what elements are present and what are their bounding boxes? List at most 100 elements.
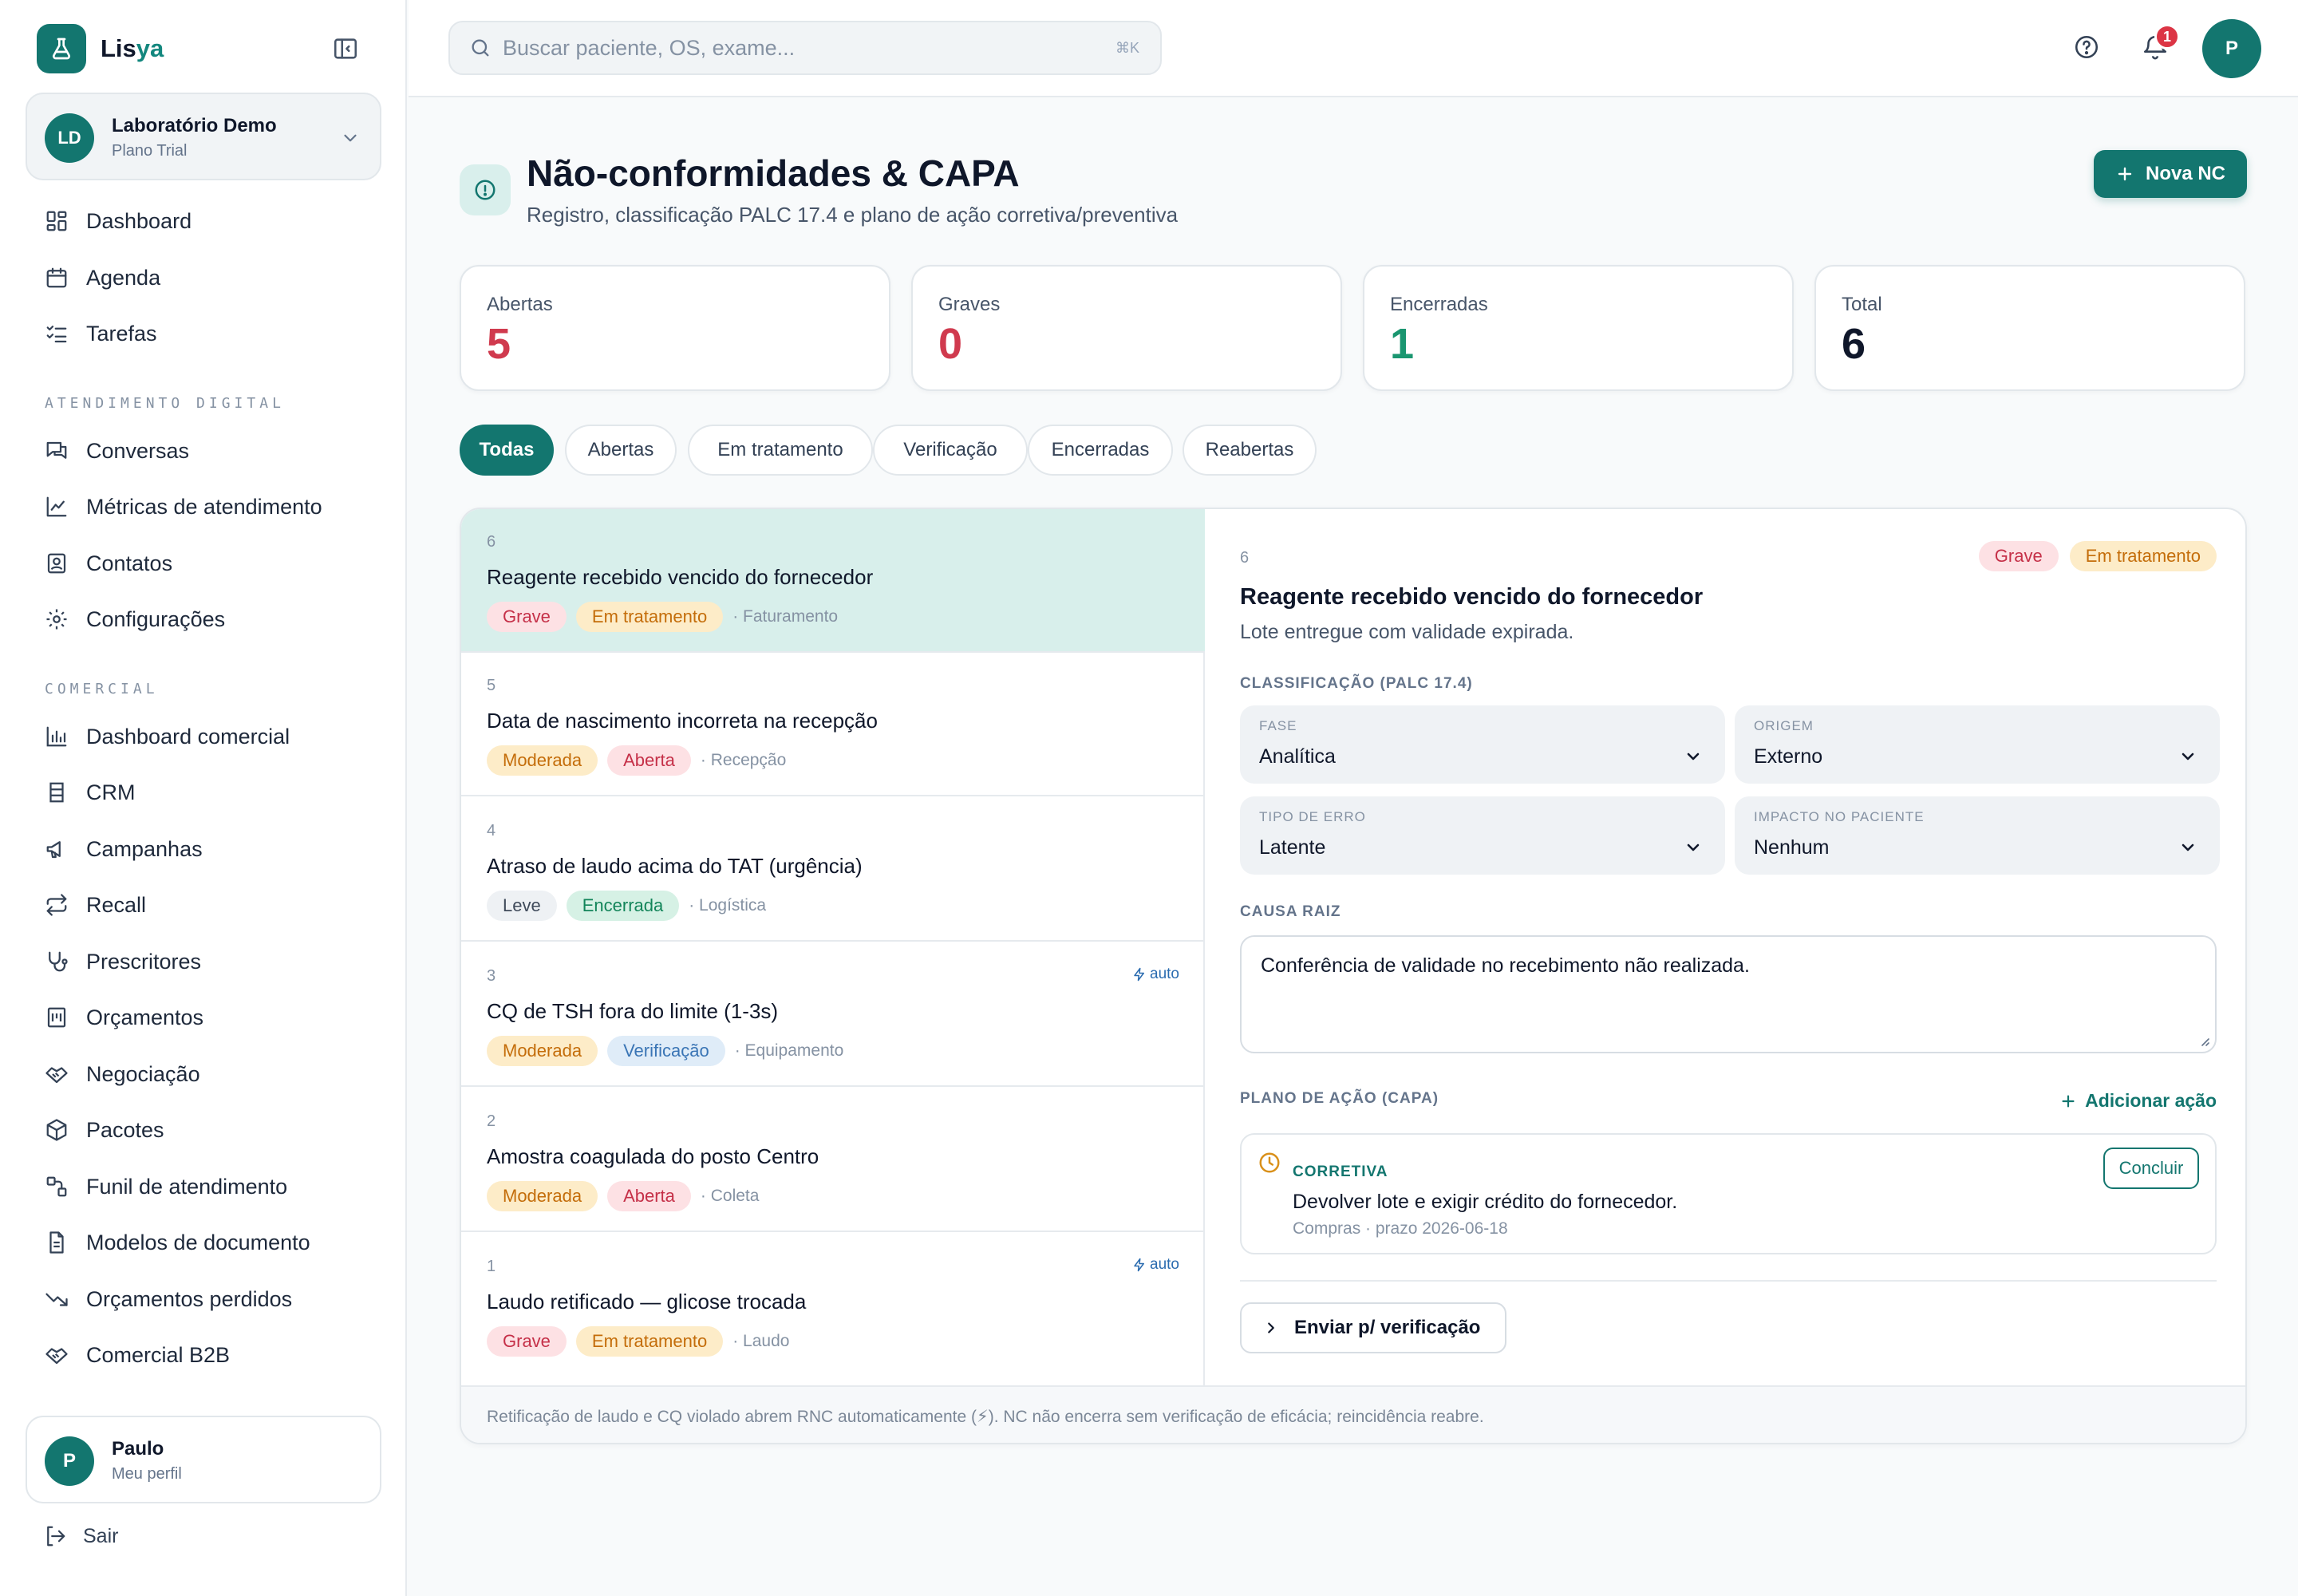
nc-list: 6 Reagente recebido vencido do fornecedo… (461, 509, 1205, 1385)
action-type: CORRETIVA (1293, 1163, 1388, 1180)
org-switcher[interactable]: LD Laboratório Demo Plano Trial (26, 93, 381, 180)
nav-recall[interactable]: Recall (43, 885, 146, 925)
package-icon (43, 1116, 70, 1144)
search-input[interactable] (503, 35, 1109, 61)
tipo-erro-select[interactable]: TIPO DE ERRO Latente (1240, 796, 1725, 875)
receipt-icon (43, 1004, 70, 1031)
nav-pacotes[interactable]: Pacotes (43, 1110, 164, 1150)
user-menu-avatar[interactable]: P (2202, 19, 2261, 78)
line-chart-icon (43, 493, 70, 520)
user-profile-link: Meu perfil (112, 1465, 182, 1483)
area-label: · Laudo (732, 1332, 790, 1350)
nc-panel: 6 Reagente recebido vencido do fornecedo… (460, 508, 2247, 1444)
area-label: · Faturamento (732, 607, 839, 626)
severity-badge: Leve (487, 891, 557, 921)
repeat-icon (43, 891, 70, 918)
status-badge: Aberta (607, 1181, 691, 1211)
filter-todas[interactable]: Todas (460, 425, 554, 476)
fase-select[interactable]: FASE Analítica (1240, 705, 1725, 784)
chevron-down-icon (2178, 838, 2197, 857)
nav-dashboard-comercial[interactable]: Dashboard comercial (43, 717, 290, 757)
help-icon[interactable] (2073, 34, 2100, 61)
auto-badge: auto (1132, 1256, 1179, 1274)
detail-severity-badge: Grave (1978, 541, 2059, 571)
filter-em-tratamento[interactable]: Em tratamento (688, 425, 873, 476)
nav-dashboard[interactable]: Dashboard (43, 201, 192, 241)
user-name: Paulo (112, 1438, 164, 1460)
nav-orcamentos-perdidos[interactable]: Orçamentos perdidos (43, 1279, 292, 1319)
nav-orcamentos[interactable]: Orçamentos (43, 998, 203, 1037)
status-badge: Em tratamento (575, 602, 724, 632)
action-text: Devolver lote e exigir crédito do fornec… (1293, 1191, 1678, 1213)
nav-tarefas[interactable]: Tarefas (43, 314, 157, 354)
stethoscope-icon (43, 948, 70, 975)
root-cause-textarea[interactable]: Conferência de validade no recebimento n… (1240, 935, 2217, 1053)
nc-list-item[interactable]: 6 Reagente recebido vencido do fornecedo… (461, 509, 1205, 653)
severity-badge: Grave (487, 602, 567, 632)
nav-configuracoes[interactable]: Configurações (43, 599, 225, 639)
status-badge: Encerrada (566, 891, 680, 921)
nc-detail: 6 Grave Em tratamento Reagente recebido … (1206, 509, 2245, 1385)
logout-button[interactable]: Sair (43, 1524, 118, 1548)
user-profile-card[interactable]: P Paulo Meu perfil (26, 1416, 381, 1503)
topbar: ⌘K 1 P (409, 0, 2298, 97)
brand[interactable]: Lisya (37, 24, 164, 73)
crm-icon (43, 779, 70, 806)
send-to-verification-button[interactable]: Enviar p/ verificação (1240, 1302, 1506, 1353)
nav-agenda[interactable]: Agenda (43, 258, 160, 298)
org-avatar: LD (45, 113, 94, 163)
filter-encerradas[interactable]: Encerradas (1028, 425, 1173, 476)
auto-badge: auto (1132, 966, 1179, 983)
nc-list-item[interactable]: 5 Data de nascimento incorreta na recepç… (461, 653, 1205, 796)
brand-name: Lisya (101, 34, 164, 62)
nc-list-item[interactable]: 2 Amostra coagulada do posto Centro Mode… (461, 1088, 1205, 1232)
chat-icon (43, 437, 70, 464)
conclude-action-button[interactable]: Concluir (2103, 1148, 2199, 1189)
search-bar[interactable]: ⌘K (448, 21, 1162, 75)
nav-comercial-b2b[interactable]: Comercial B2B (43, 1335, 230, 1375)
section-comercial: COMERCIAL (45, 681, 159, 697)
collapse-sidebar-icon[interactable] (332, 35, 359, 62)
chevron-down-icon (340, 128, 361, 148)
area-label: · Recepção (700, 751, 787, 769)
nav-funil[interactable]: Funil de atendimento (43, 1167, 287, 1207)
chevron-down-icon (2178, 747, 2197, 766)
resize-grip-icon[interactable] (2197, 1034, 2210, 1047)
origem-select[interactable]: ORIGEM Externo (1735, 705, 2220, 784)
filter-verificacao[interactable]: Verificação (873, 425, 1028, 476)
add-action-button[interactable]: Adicionar ação (2059, 1090, 2217, 1112)
gear-icon (43, 606, 70, 633)
filter-reabertas[interactable]: Reabertas (1183, 425, 1317, 476)
area-label: · Coleta (700, 1187, 760, 1205)
search-shortcut: ⌘K (1115, 39, 1139, 56)
nav-metricas[interactable]: Métricas de atendimento (43, 487, 322, 527)
bar-chart-icon (43, 723, 70, 750)
filter-abertas[interactable]: Abertas (565, 425, 677, 476)
nav-modelos-documento[interactable]: Modelos de documento (43, 1223, 310, 1262)
nav-conversas[interactable]: Conversas (43, 431, 189, 471)
nc-list-item[interactable]: 1 auto Laudo retificado — glicose trocad… (461, 1234, 1205, 1377)
trend-down-icon (43, 1286, 70, 1313)
sidebar: Lisya LD Laboratório Demo Plano Trial Da… (0, 0, 407, 1596)
stat-encerradas: Encerradas 1 (1363, 265, 1794, 391)
nav-campanhas[interactable]: Campanhas (43, 829, 203, 869)
action-card: CORRETIVA Devolver lote e exigir crédito… (1240, 1133, 2217, 1254)
plus-icon (2059, 1092, 2077, 1110)
nav-crm[interactable]: CRM (43, 772, 136, 812)
classification-label: CLASSIFICAÇÃO (PALC 17.4) (1240, 675, 1473, 692)
lightning-icon (1132, 967, 1147, 982)
logout-icon (43, 1524, 67, 1548)
footer-note: Retificação de laudo e CQ violado abrem … (461, 1385, 2245, 1443)
megaphone-icon (43, 836, 70, 863)
severity-badge: Moderada (487, 1036, 598, 1066)
nav-contatos[interactable]: Contatos (43, 543, 172, 583)
impacto-paciente-select[interactable]: IMPACTO NO PACIENTE Nenhum (1735, 796, 2220, 875)
search-icon (469, 37, 492, 59)
nav-prescritores[interactable]: Prescritores (43, 942, 201, 982)
new-nc-button[interactable]: Nova NC (2094, 150, 2247, 198)
divider (1240, 1280, 2217, 1282)
nc-list-item[interactable]: 3 auto CQ de TSH fora do limite (1-3s) M… (461, 943, 1205, 1087)
flask-icon (37, 24, 86, 73)
nav-negociacao[interactable]: Negociação (43, 1054, 200, 1094)
nc-list-item[interactable]: 4 Atraso de laudo acima do TAT (urgência… (461, 798, 1205, 942)
